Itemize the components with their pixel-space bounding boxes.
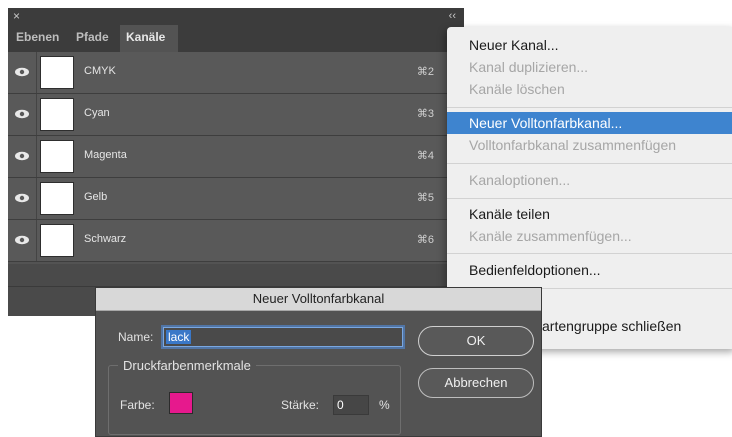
channel-row-schwarz[interactable]: Schwarz ⌘6 (8, 220, 464, 262)
eye-icon (15, 67, 29, 77)
channel-row-cyan[interactable]: Cyan ⌘3 (8, 94, 464, 136)
solidity-label: Stärke: (281, 398, 320, 412)
channel-thumbnail (40, 224, 74, 257)
channel-shortcut: ⌘2 (416, 66, 434, 78)
menu-item-merge-channels[interactable]: Kanäle zusammenfügen... (447, 225, 732, 247)
dialog-title: Neuer Volltonfarbkanal (96, 288, 541, 311)
visibility-toggle[interactable] (8, 52, 37, 93)
menu-item-merge-spot-channel[interactable]: Volltonfarbkanal zusammenfügen (447, 134, 732, 156)
menu-item-duplicate-channel[interactable]: Kanal duplizieren... (447, 56, 732, 78)
channel-row-cmyk[interactable]: CMYK ⌘2 (8, 52, 464, 94)
tab-ebenen[interactable]: Ebenen (16, 25, 76, 52)
menu-item-split-channels[interactable]: Kanäle teilen (447, 203, 732, 225)
channel-thumbnail (40, 98, 74, 131)
visibility-toggle[interactable] (8, 178, 37, 219)
collapse-icon[interactable]: ‹‹ (449, 9, 456, 23)
new-spot-channel-dialog: Neuer Volltonfarbkanal Name: lack OK Abb… (95, 287, 542, 437)
channel-name: CMYK (84, 65, 116, 77)
panel-title-bar: × ‹‹ (8, 8, 464, 25)
color-swatch[interactable] (169, 392, 193, 414)
channel-name: Schwarz (84, 233, 127, 245)
eye-icon (15, 151, 29, 161)
channel-name: Magenta (84, 149, 127, 161)
color-label: Farbe: (120, 398, 155, 412)
channel-shortcut: ⌘3 (416, 108, 434, 120)
solidity-input[interactable]: 0 (333, 395, 369, 415)
eye-icon (15, 193, 29, 203)
channel-thumbnail (40, 182, 74, 215)
menu-separator (447, 163, 732, 164)
menu-separator (447, 253, 732, 254)
visibility-toggle[interactable] (8, 136, 37, 177)
channel-thumbnail (40, 56, 74, 89)
cancel-button[interactable]: Abbrechen (418, 368, 534, 398)
name-input[interactable]: lack (163, 327, 403, 347)
eye-icon (15, 235, 29, 245)
menu-item-panel-options[interactable]: Bedienfeldoptionen... (447, 259, 732, 281)
channel-row-gelb[interactable]: Gelb ⌘5 (8, 178, 464, 220)
group-title: Druckfarbenmerkmale (118, 358, 256, 373)
menu-separator (447, 198, 732, 199)
name-value: lack (166, 330, 192, 344)
tab-pfade[interactable]: Pfade (76, 25, 120, 52)
tab-kanaele[interactable]: Kanäle (120, 25, 178, 52)
channel-shortcut: ⌘5 (416, 192, 434, 204)
menu-item-delete-channels[interactable]: Kanäle löschen (447, 78, 732, 100)
panel-tabs: Ebenen Pfade Kanäle (8, 25, 464, 52)
channel-thumbnail (40, 140, 74, 173)
channel-shortcut: ⌘6 (416, 234, 434, 246)
channel-shortcut: ⌘4 (416, 150, 434, 162)
visibility-toggle[interactable] (8, 220, 37, 261)
ok-button[interactable]: OK (418, 326, 534, 356)
menu-separator (447, 107, 732, 108)
eye-icon (15, 109, 29, 119)
menu-item-new-spot-channel[interactable]: Neuer Volltonfarbkanal... (447, 112, 732, 134)
percent-unit: % (379, 398, 390, 412)
name-label: Name: (118, 330, 154, 344)
channels-panel: × ‹‹ Ebenen Pfade Kanäle CMYK ⌘2 Cyan ⌘3… (8, 8, 464, 316)
menu-item-channel-options[interactable]: Kanaloptionen... (447, 169, 732, 191)
visibility-toggle[interactable] (8, 94, 37, 135)
channel-name: Gelb (84, 191, 108, 203)
menu-item-new-channel[interactable]: Neuer Kanal... (447, 34, 732, 56)
channel-row-magenta[interactable]: Magenta ⌘4 (8, 136, 464, 178)
channel-name: Cyan (84, 107, 110, 119)
close-icon[interactable]: × (13, 9, 20, 23)
